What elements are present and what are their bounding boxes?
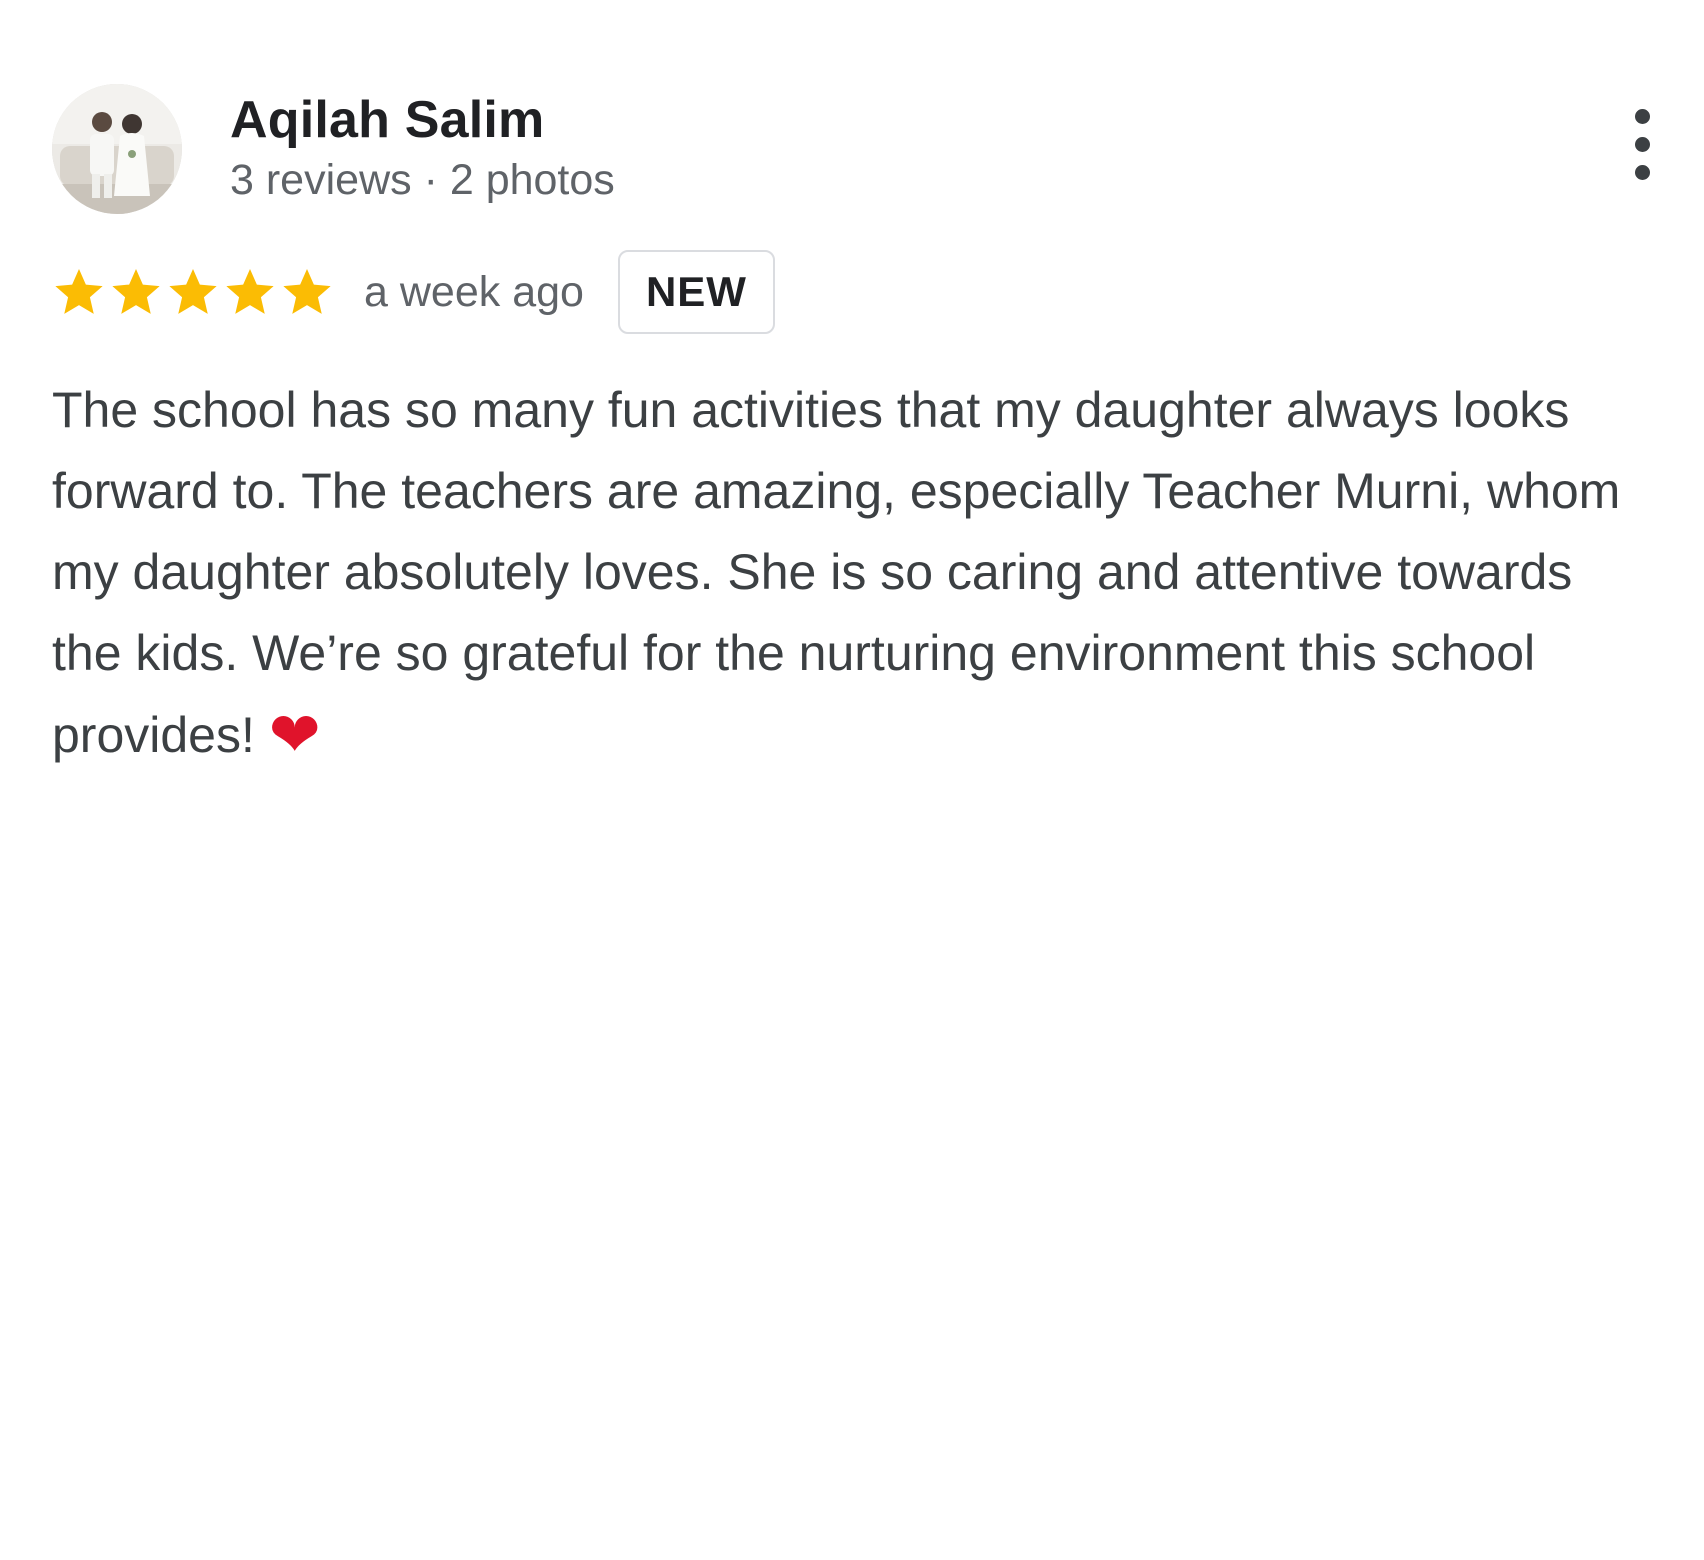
star-icon	[283, 269, 331, 314]
review-card: Aqilah Salim 3 reviews · 2 photos a week…	[52, 84, 1652, 776]
star-icon	[226, 269, 274, 314]
star-icon	[112, 269, 160, 314]
author-meta: 3 reviews · 2 photos	[230, 156, 615, 204]
star-icon	[169, 269, 217, 314]
star-rating	[52, 265, 334, 319]
more-vertical-icon-dot	[1634, 164, 1650, 180]
heart-icon: ❤	[268, 698, 321, 771]
rating-row: a week ago NEW	[52, 248, 1652, 336]
new-badge: NEW	[617, 250, 775, 334]
avatar-photo	[52, 84, 182, 214]
more-vertical-icon-dot	[1634, 136, 1650, 152]
avatar[interactable]	[52, 84, 182, 214]
review-text: The school has so many fun activities th…	[52, 370, 1652, 776]
review-header: Aqilah Salim 3 reviews · 2 photos	[52, 84, 1652, 216]
star-icon	[55, 269, 103, 314]
more-vertical-icon	[1634, 108, 1650, 124]
author-name[interactable]: Aqilah Salim	[230, 90, 544, 150]
review-date: a week ago	[364, 267, 584, 316]
more-options-button[interactable]	[1612, 104, 1672, 184]
